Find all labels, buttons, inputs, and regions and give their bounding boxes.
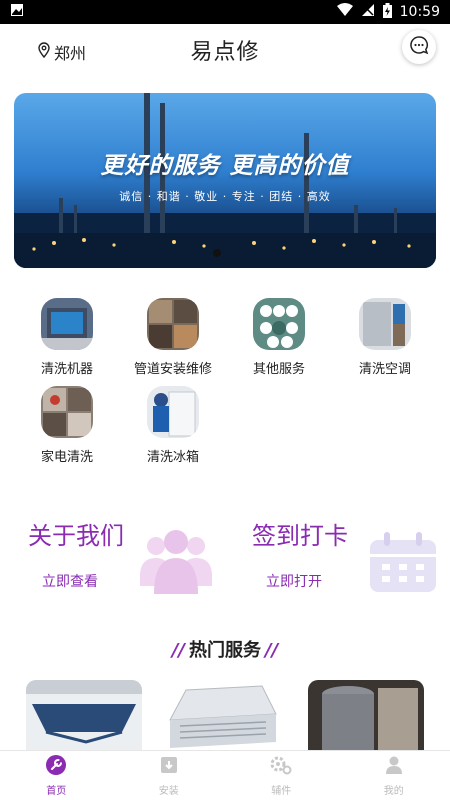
service-label: 家电清洗 (40, 450, 93, 465)
hot-service-card[interactable] (308, 680, 424, 750)
banner-subline: 诚信 · 和谐 · 敬业 · 专注 · 团结 · 高效 (119, 190, 331, 203)
tab-install[interactable]: 安装 (113, 751, 226, 800)
user-icon (384, 755, 404, 779)
service-label: 管道安装维修 (133, 362, 212, 377)
about-us-title: 关于我们 (28, 522, 124, 550)
pipe-install-thumbnail (147, 298, 199, 350)
calendar-icon (368, 532, 438, 598)
chat-bubble-icon (409, 35, 429, 59)
open-now-link[interactable]: 立即打开 (266, 571, 322, 591)
install-box-icon (159, 755, 179, 779)
service-label: 清洗空调 (358, 362, 411, 377)
factory-skyline-image (14, 93, 436, 268)
image-notification-icon (10, 3, 24, 21)
clean-machine-thumbnail (41, 298, 93, 350)
view-now-link[interactable]: 立即查看 (42, 571, 98, 591)
service-item-clean-ac[interactable]: 清洗空调 (332, 298, 438, 377)
tab-mine[interactable]: 我的 (338, 751, 450, 800)
hot-service-image (26, 680, 142, 750)
wrench-icon (46, 754, 67, 779)
carousel-indicator[interactable] (213, 249, 221, 257)
about-us-card[interactable]: 关于我们 立即查看 (14, 510, 214, 605)
check-in-title: 签到打卡 (252, 522, 348, 550)
clean-ac-thumbnail (359, 298, 411, 350)
other-services-thumbnail (253, 298, 305, 350)
hot-services-header: //热门服务// (0, 636, 450, 662)
tab-label: 辅件 (271, 785, 292, 797)
decor-slash-icon: // (265, 640, 279, 661)
group-people-icon (138, 526, 214, 598)
decor-slash-icon: // (171, 640, 185, 661)
service-item-clean-fridge[interactable]: 清洗冰箱 (120, 386, 226, 465)
tab-label: 首页 (46, 785, 67, 797)
appliance-clean-thumbnail (41, 386, 93, 438)
service-label: 清洗冰箱 (146, 450, 199, 465)
message-button[interactable] (402, 30, 436, 64)
hot-service-image (166, 680, 282, 750)
status-time: 10:59 (399, 4, 440, 20)
gear-icon (270, 755, 292, 779)
tab-label: 安装 (158, 785, 179, 797)
clean-fridge-thumbnail (147, 386, 199, 438)
promo-banner[interactable]: 更好的服务 更高的价值 诚信 · 和谐 · 敬业 · 专注 · 团结 · 高效 (14, 93, 436, 268)
tab-home[interactable]: 首页 (0, 751, 113, 800)
service-item-pipe-install[interactable]: 管道安装维修 (120, 298, 226, 377)
banner-headline: 更好的服务 更高的价值 (100, 153, 350, 179)
page-title: 易点修 (190, 40, 260, 65)
hot-service-card[interactable] (26, 680, 142, 750)
hot-service-image (308, 680, 424, 750)
service-item-other[interactable]: 其他服务 (226, 298, 332, 377)
service-label: 清洗机器 (40, 362, 93, 377)
bottom-tab-bar: 首页 安装 辅件 我的 (0, 750, 450, 800)
service-label: 其他服务 (252, 362, 305, 377)
tab-accessories[interactable]: 辅件 (225, 751, 338, 800)
service-item-clean-machine[interactable]: 清洗机器 (14, 298, 120, 377)
hot-service-card[interactable] (166, 680, 282, 750)
tab-label: 我的 (383, 785, 404, 797)
wifi-icon (336, 3, 353, 21)
service-item-appliance-clean[interactable]: 家电清洗 (14, 386, 120, 465)
battery-charging-icon (382, 2, 392, 22)
signal-off-icon (361, 3, 375, 21)
app-header: 郑州 易点修 (0, 24, 450, 80)
section-title: 热门服务 (189, 640, 261, 661)
status-bar: 10:59 (0, 0, 450, 24)
check-in-card[interactable]: 签到打卡 立即打开 (238, 510, 438, 605)
